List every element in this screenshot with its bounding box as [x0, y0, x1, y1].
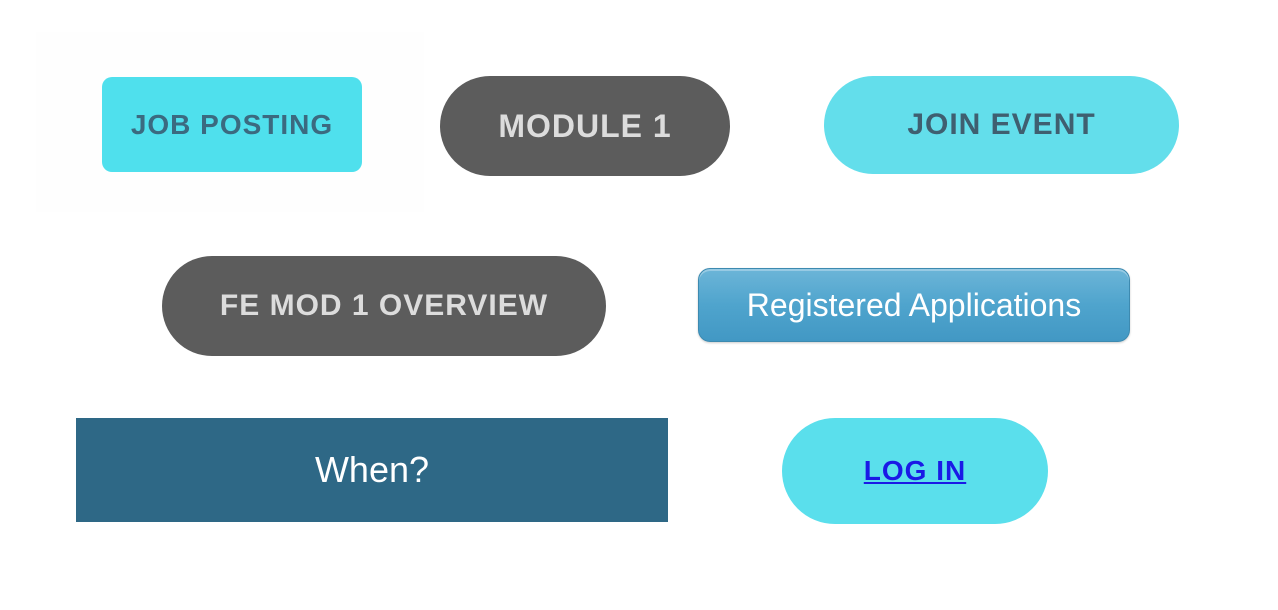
log-in-button[interactable]: LOG IN — [782, 418, 1048, 524]
job-posting-button[interactable]: JOB POSTING — [102, 77, 362, 172]
fe-mod-1-overview-button[interactable]: FE MOD 1 OVERVIEW — [162, 256, 606, 356]
join-event-label: JOIN EVENT — [907, 108, 1095, 142]
fe-mod-1-overview-label: FE MOD 1 OVERVIEW — [220, 289, 548, 323]
registered-applications-button[interactable]: Registered Applications — [698, 268, 1130, 342]
registered-applications-label: Registered Applications — [747, 287, 1081, 324]
log-in-label: LOG IN — [864, 455, 966, 487]
module-1-button[interactable]: MODULE 1 — [440, 76, 730, 176]
when-label: When? — [315, 449, 429, 491]
join-event-button[interactable]: JOIN EVENT — [824, 76, 1179, 174]
when-button[interactable]: When? — [76, 418, 668, 522]
module-1-label: MODULE 1 — [498, 108, 671, 145]
job-posting-label: JOB POSTING — [131, 109, 333, 141]
